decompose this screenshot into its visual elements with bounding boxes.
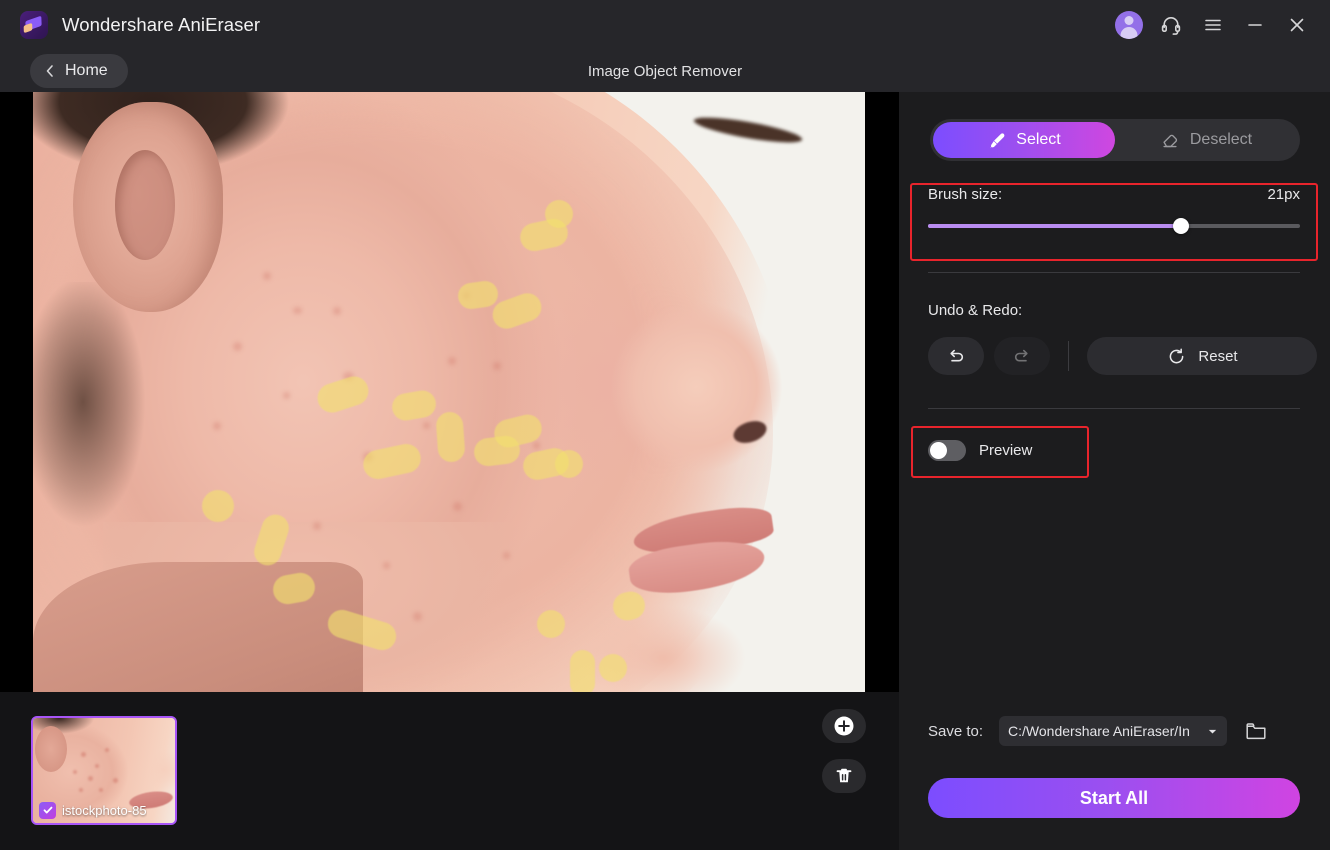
application-window: Wondershare AniEraser Image Object Remov… bbox=[0, 0, 1330, 850]
page-title: Image Object Remover bbox=[587, 62, 743, 80]
home-button[interactable]: Home bbox=[30, 54, 128, 88]
preview-toggle[interactable] bbox=[928, 440, 966, 461]
undo-redo-label: Undo & Redo: bbox=[928, 302, 1023, 319]
brush-mask-overlay bbox=[33, 92, 865, 692]
home-button-label: Home bbox=[65, 62, 108, 79]
preview-control[interactable]: Preview bbox=[928, 440, 1032, 461]
window-controls bbox=[1108, 4, 1330, 46]
reset-button[interactable]: Reset bbox=[1087, 337, 1317, 375]
undo-arrow-icon bbox=[950, 349, 964, 362]
save-to-row: Save to: C:/Wondershare AniEraser/In bbox=[928, 716, 1269, 746]
undo-button[interactable] bbox=[928, 337, 984, 375]
chevron-left-icon bbox=[46, 65, 53, 77]
save-to-label: Save to: bbox=[928, 722, 984, 740]
redo-button[interactable] bbox=[994, 337, 1050, 375]
image-canvas[interactable] bbox=[0, 92, 899, 692]
menu-button[interactable] bbox=[1192, 4, 1234, 46]
user-avatar-icon bbox=[1115, 11, 1143, 39]
tab-select-label: Select bbox=[1016, 131, 1061, 148]
chevron-down-icon bbox=[1208, 729, 1217, 734]
brush-size-value: 21px bbox=[1267, 186, 1300, 203]
thumbnail-item[interactable]: istockphoto-85 bbox=[31, 716, 177, 825]
support-button[interactable] bbox=[1150, 4, 1192, 46]
brush-size-label: Brush size: bbox=[928, 186, 1003, 203]
plus-circle-icon bbox=[834, 716, 854, 736]
thumbnail-footer: istockphoto-85 bbox=[33, 797, 175, 823]
delete-image-button[interactable] bbox=[822, 759, 866, 793]
tab-deselect[interactable]: Deselect bbox=[1115, 122, 1297, 158]
add-image-button[interactable] bbox=[822, 709, 866, 743]
thumbnail-filename: istockphoto-85 bbox=[62, 802, 147, 818]
sub-header: Image Object Remover Home bbox=[0, 50, 1330, 92]
folder-icon bbox=[1246, 723, 1266, 740]
account-button[interactable] bbox=[1108, 4, 1150, 46]
redo-arrow-icon bbox=[1014, 349, 1028, 362]
refresh-circle-icon bbox=[1170, 347, 1184, 363]
brush-icon bbox=[990, 132, 1005, 148]
brush-size-control: Brush size: 21px bbox=[928, 186, 1300, 256]
brush-size-slider[interactable] bbox=[928, 218, 1300, 234]
browse-folder-button[interactable] bbox=[1243, 718, 1269, 744]
tab-select[interactable]: Select bbox=[933, 122, 1115, 158]
brush-size-slider-knob[interactable] bbox=[1172, 218, 1189, 234]
select-mode-tabs: Select Deselect bbox=[930, 119, 1300, 161]
tab-deselect-label: Deselect bbox=[1189, 131, 1253, 148]
undo-redo-row: Reset bbox=[928, 337, 1317, 375]
save-path-value: C:/Wondershare AniEraser/In bbox=[1008, 723, 1190, 739]
preview-label: Preview bbox=[979, 442, 1033, 459]
title-bar: Wondershare AniEraser bbox=[0, 0, 1330, 50]
close-icon bbox=[1290, 18, 1304, 32]
app-title: Wondershare AniEraser bbox=[62, 14, 261, 35]
hamburger-menu-icon bbox=[1205, 19, 1221, 31]
close-button[interactable] bbox=[1276, 4, 1318, 46]
start-all-label: Start All bbox=[1079, 787, 1149, 808]
minimize-button[interactable] bbox=[1234, 4, 1276, 46]
save-path-dropdown[interactable]: C:/Wondershare AniEraser/In bbox=[999, 716, 1228, 746]
trash-icon bbox=[836, 768, 852, 783]
source-image[interactable] bbox=[33, 92, 865, 692]
thumbnail-checkbox[interactable] bbox=[39, 801, 56, 819]
checkmark-icon bbox=[43, 806, 52, 814]
eraser-icon bbox=[1163, 134, 1177, 148]
divider bbox=[1068, 341, 1069, 371]
start-all-button[interactable]: Start All bbox=[928, 778, 1300, 818]
reset-button-label: Reset bbox=[1198, 347, 1238, 365]
eraser-logo-icon bbox=[20, 11, 48, 39]
headset-icon bbox=[1161, 17, 1181, 35]
thumbnail-bar: istockphoto-85 bbox=[0, 692, 899, 850]
minimize-icon bbox=[1248, 24, 1262, 26]
